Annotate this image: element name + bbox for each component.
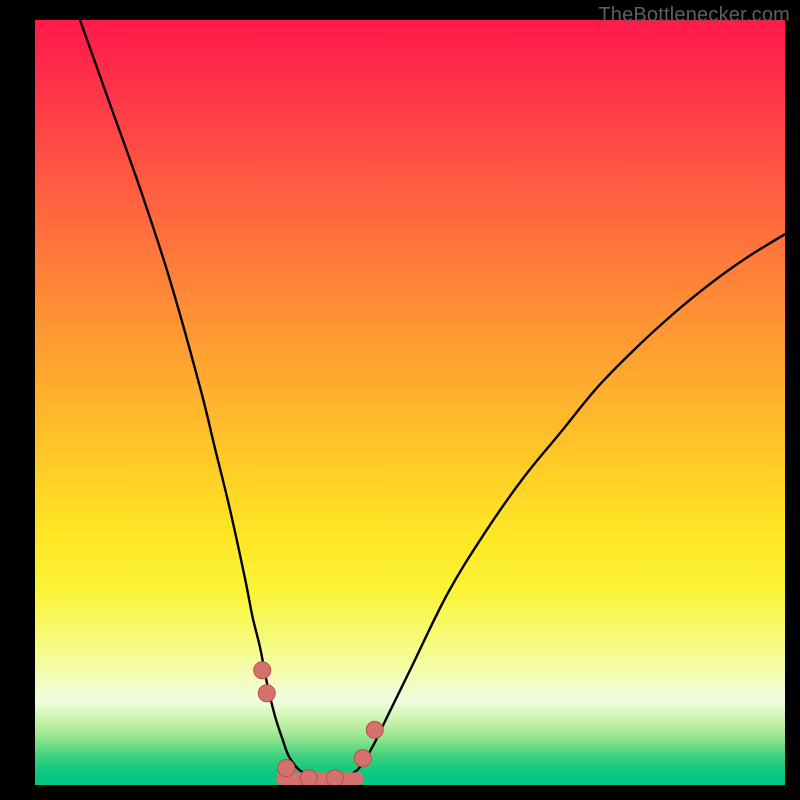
marker-5 bbox=[354, 750, 371, 767]
curve-right-branch bbox=[335, 234, 785, 781]
marker-1 bbox=[258, 685, 275, 702]
marker-2 bbox=[278, 760, 295, 777]
marker-0 bbox=[254, 662, 271, 679]
marker-4 bbox=[327, 770, 344, 785]
marker-6 bbox=[366, 721, 383, 738]
curve-left-branch bbox=[80, 20, 335, 781]
plot-area bbox=[35, 20, 785, 785]
curves-svg bbox=[35, 20, 785, 785]
marker-3 bbox=[300, 770, 317, 785]
watermark-text: TheBottlenecker.com bbox=[598, 4, 790, 27]
chart-frame: TheBottlenecker.com bbox=[0, 0, 800, 800]
